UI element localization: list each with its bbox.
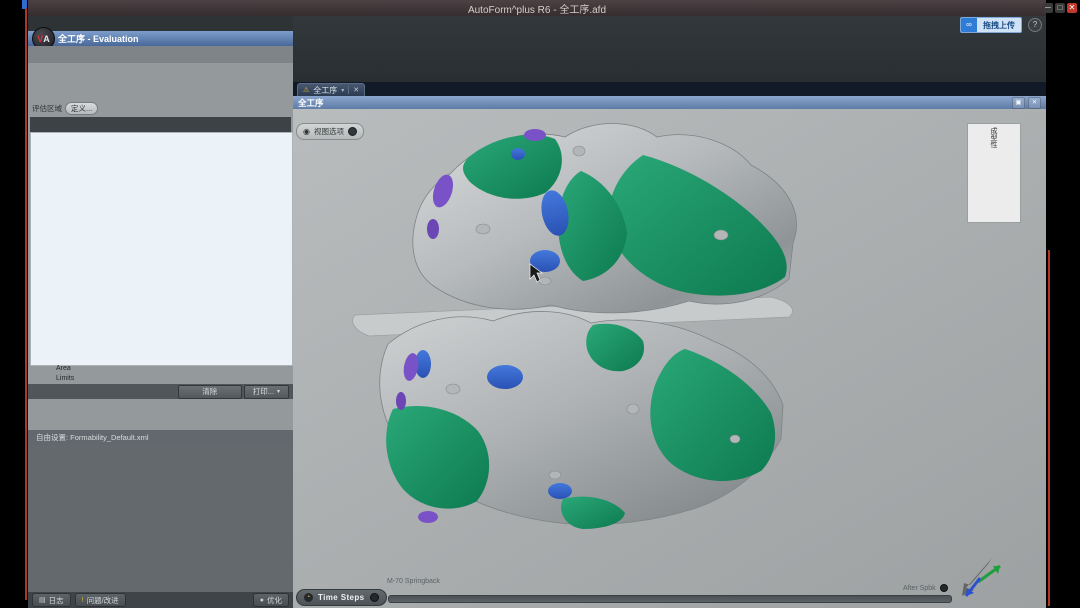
formability-legend: 成型性: [967, 123, 1021, 223]
minimize-button[interactable]: ─: [1043, 3, 1053, 13]
slider-stage-label: M-70 Springback: [387, 578, 440, 585]
optimize-icon: ●: [259, 596, 264, 604]
issues-warning-icon: !: [81, 596, 84, 604]
close-button[interactable]: ✕: [1067, 3, 1077, 13]
tab-close-icon[interactable]: ✕: [348, 86, 359, 94]
view-options-button[interactable]: ◉ 视图选项: [296, 123, 364, 140]
background-window-border-right: [1048, 250, 1050, 606]
left-screen-edge: [0, 0, 28, 608]
panel-titlebar: VA 全工序 - Evaluation: [28, 27, 293, 50]
fld-chart-panel[interactable]: [30, 132, 293, 366]
tab-dropdown-icon[interactable]: ▾: [341, 87, 344, 94]
upload-cloud-icon: ∞: [961, 18, 977, 32]
chart-toolbar: 清除 打印... ▾: [28, 384, 293, 399]
print-button[interactable]: 打印... ▾: [243, 384, 289, 399]
area-row: Area: [28, 365, 293, 375]
help-icon[interactable]: ?: [1028, 18, 1042, 32]
view-options-toggle[interactable]: [347, 127, 357, 136]
maximize-button[interactable]: □: [1055, 3, 1065, 13]
formed-part-view: [352, 123, 797, 529]
legend-title: 成型性: [990, 127, 997, 148]
limits-row: Limits: [28, 375, 293, 384]
area-label: Area: [56, 365, 71, 372]
viewport-maximize-icon[interactable]: ▣: [1012, 96, 1025, 109]
application-window: AutoForm^plus R6 - 全工序.afd ─ □ ✕ VA 全工序 …: [0, 0, 1080, 608]
log-icon: ▤: [39, 597, 46, 604]
viewport-3d-canvas[interactable]: ◉ 视图选项 成型性 M-70 Springback ◔ Time Steps …: [293, 109, 1046, 608]
log-button[interactable]: ▤ 日志: [32, 593, 71, 607]
free-setting-row[interactable]: 自由设置: Formability_Default.xml: [28, 430, 293, 446]
time-steps-toggle[interactable]: [369, 593, 379, 602]
eval-region-label: 评估区域: [32, 104, 62, 113]
part-upper-blank: [412, 123, 797, 314]
part-lower-blank: [379, 311, 784, 529]
limits-label: Limits: [56, 375, 75, 382]
evaluation-panel: VA 全工序 - Evaluation 评估区域 定义... Area Limi…: [28, 16, 293, 608]
define-region-button[interactable]: 定义...: [65, 102, 99, 115]
optimize-button[interactable]: ● 优化: [252, 593, 289, 607]
viewport-title: 全工序: [298, 97, 324, 108]
main-area: ∞ 拖拽上传 ? ⚠ 全工序 ▾ ✕ 全工序 ▣ ✕ ◉ 视图选项 成型性 M-…: [293, 16, 1046, 608]
viewport-tab[interactable]: ⚠ 全工序 ▾ ✕: [297, 83, 366, 96]
time-steps-slider[interactable]: [388, 595, 952, 603]
quick-access-toolbar: [28, 16, 293, 31]
window-titlebar[interactable]: AutoForm^plus R6 - 全工序.afd: [28, 0, 1046, 16]
time-steps-button[interactable]: ◔ Time Steps: [296, 589, 387, 606]
process-chain: [28, 46, 293, 63]
viewport-close-icon[interactable]: ✕: [1028, 96, 1041, 109]
evaluation-buttons: [30, 78, 291, 100]
stage-tabs: [30, 63, 293, 78]
clock-icon: ◔: [304, 593, 313, 602]
panel-empty-area: [28, 445, 293, 592]
eye-icon: ◉: [303, 127, 310, 136]
warning-icon: ⚠: [303, 87, 310, 94]
fld-chart: [31, 133, 290, 363]
window-title: AutoForm^plus R6 - 全工序.afd: [467, 4, 607, 16]
viewport-titlebar[interactable]: 全工序 ▣ ✕: [293, 96, 1046, 109]
orientation-triad: [962, 558, 1001, 597]
panel-title: 全工序 - Evaluation: [58, 34, 139, 44]
right-screen-edge: ─ □ ✕: [1043, 0, 1080, 608]
after-springback-toggle[interactable]: [939, 584, 948, 592]
issues-button[interactable]: ! 问题/改进: [74, 593, 126, 607]
clear-button[interactable]: 清除: [177, 384, 242, 399]
drag-upload-badge[interactable]: ∞ 拖拽上传: [960, 17, 1022, 33]
evaluation-region-row: 评估区域 定义...: [32, 101, 291, 116]
viewport-tab-bar: ⚠ 全工序 ▾ ✕: [293, 82, 1046, 96]
after-springback-label: After Spbk: [903, 584, 948, 592]
free-setting-label: 自由设置: Formability_Default.xml: [36, 433, 149, 442]
panel-status-bar: ▤ 日志 ! 问题/改进 ● 优化: [28, 592, 293, 608]
ribbon-toolbar: ∞ 拖拽上传 ?: [293, 16, 1046, 83]
background-window-border: [25, 8, 27, 600]
result-type-tabs: [30, 117, 291, 132]
